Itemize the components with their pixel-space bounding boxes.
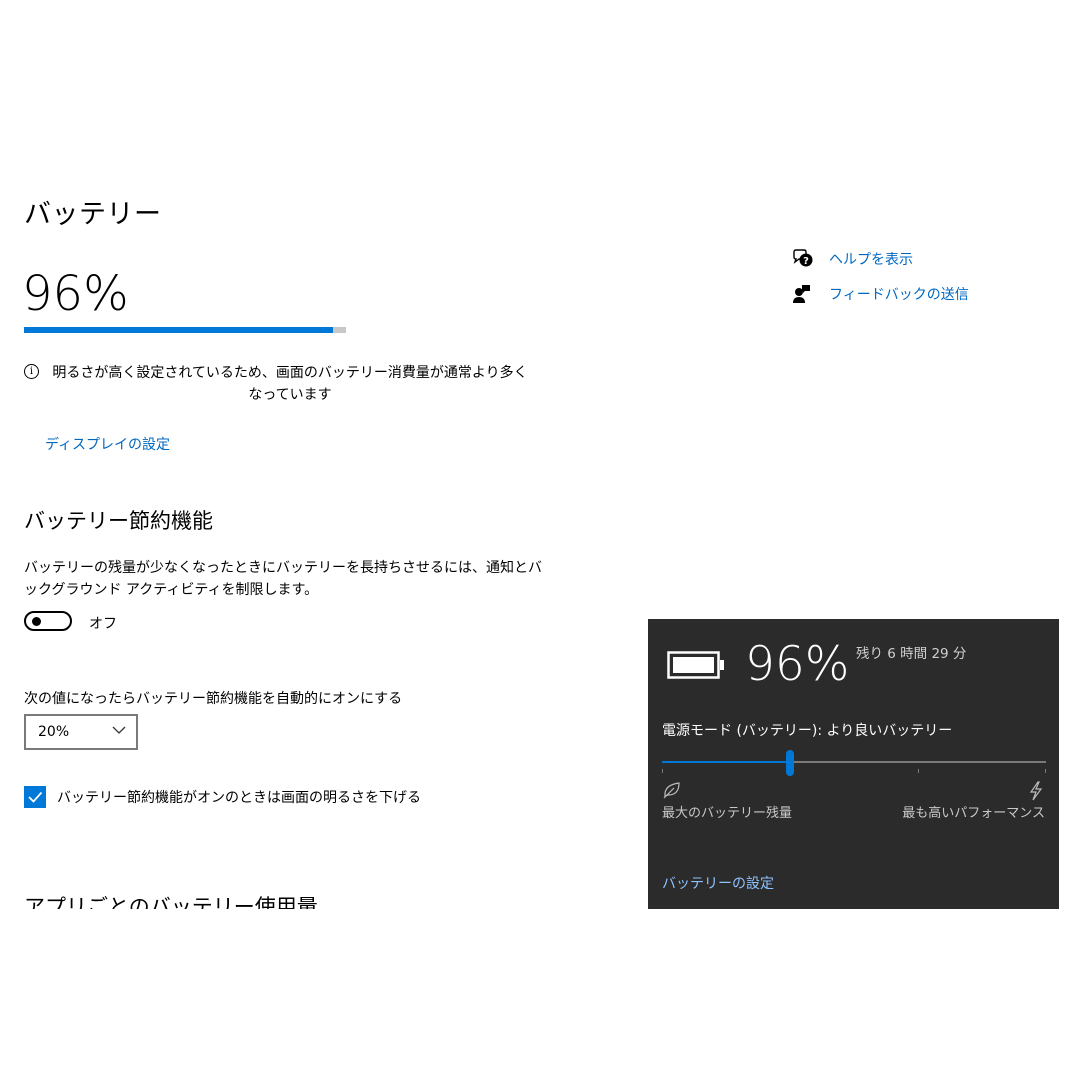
feedback-person-icon xyxy=(793,285,810,303)
battery-icon xyxy=(667,651,724,679)
per-app-usage-heading: アプリごとのバッテリー使用量 xyxy=(24,895,318,909)
checkmark-icon xyxy=(28,791,43,803)
battery-level-fill xyxy=(24,327,333,333)
battery-settings-link[interactable]: バッテリーの設定 xyxy=(662,873,774,893)
display-settings-link[interactable]: ディスプレイの設定 xyxy=(45,434,170,454)
power-mode-slider-thumb[interactable] xyxy=(786,750,794,776)
feedback-link[interactable]: フィードバックの送信 xyxy=(829,284,969,304)
max-battery-label: 最大のバッテリー残量 xyxy=(662,806,793,821)
chevron-down-icon xyxy=(112,726,126,734)
flyout-time-remaining: 残り 6 時間 29 分 xyxy=(856,646,967,662)
auto-threshold-select[interactable]: 20% xyxy=(24,714,138,750)
slider-tick xyxy=(918,769,919,773)
toggle-knob xyxy=(32,617,41,626)
slider-tick xyxy=(1045,769,1046,773)
battery-flyout: 96% 残り 6 時間 29 分 電源モード (バッテリー): より良いバッテリ… xyxy=(648,619,1059,909)
auto-threshold-label: 次の値になったらバッテリー節約機能を自動的にオンにする xyxy=(24,691,403,707)
page-title: バッテリー xyxy=(24,199,162,230)
best-performance-label: 最も高いパフォーマンス xyxy=(902,806,1045,821)
power-mode-slider[interactable] xyxy=(662,761,1046,763)
slider-tick xyxy=(662,769,663,773)
info-icon: i xyxy=(24,364,39,379)
battery-saver-toggle[interactable] xyxy=(24,611,72,631)
brightness-info-text: 明るさが高く設定されているため、画面のバッテリー消費量が通常より多くなっています xyxy=(52,365,528,403)
power-mode-slider-fill xyxy=(662,761,790,763)
help-chat-icon: ? xyxy=(793,249,813,267)
help-link[interactable]: ヘルプを表示 xyxy=(829,249,913,269)
dim-screen-checkbox-label: バッテリー節約機能がオンのときは画面の明るさを下げる xyxy=(57,790,421,806)
leaf-icon xyxy=(663,782,680,799)
battery-saver-description: バッテリーの残量が少なくなったときにバッテリーを長持ちさせるには、通知とバックグ… xyxy=(24,560,542,598)
battery-level-bar xyxy=(24,327,346,333)
battery-percent: 96% xyxy=(22,266,129,322)
lightning-icon xyxy=(1029,781,1043,801)
svg-text:?: ? xyxy=(803,256,809,267)
power-mode-label: 電源モード (バッテリー): より良いバッテリー xyxy=(662,723,953,739)
battery-saver-toggle-label: オフ xyxy=(89,616,117,632)
dim-screen-checkbox[interactable] xyxy=(24,786,46,808)
battery-saver-title: バッテリー節約機能 xyxy=(24,509,213,533)
flyout-battery-percent: 96% xyxy=(745,637,850,692)
brightness-info: i 明るさが高く設定されているため、画面のバッテリー消費量が通常より多くなってい… xyxy=(24,362,534,406)
auto-threshold-value: 20% xyxy=(38,724,70,740)
